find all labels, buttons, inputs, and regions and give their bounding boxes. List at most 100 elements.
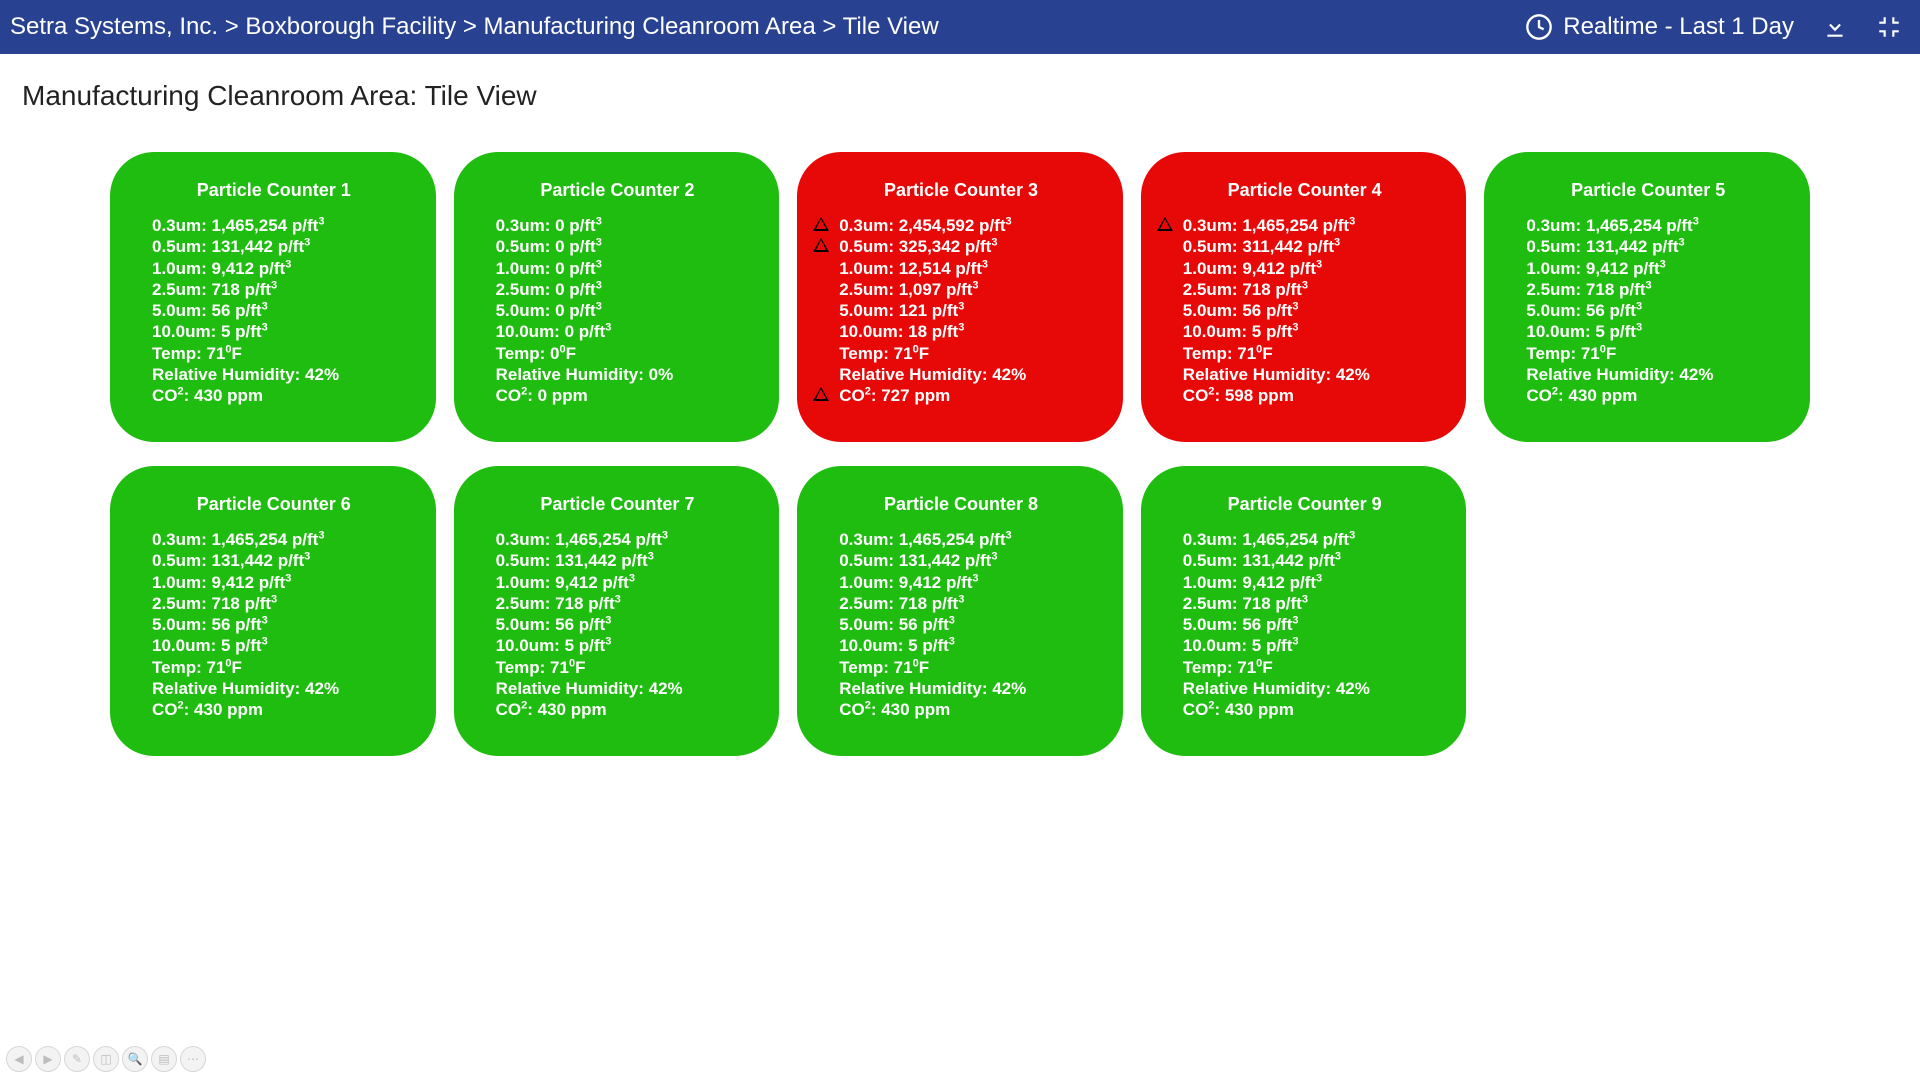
metric-row: 10.0um: 5 p/ft3 xyxy=(1163,635,1453,656)
metric-value: 0.5um: 131,442 p/ft3 xyxy=(152,551,310,570)
metric-value: 0.3um: 2,454,592 p/ft3 xyxy=(839,216,1011,235)
tile-metrics: ! 0.3um: 2,454,592 p/ft3! 0.5um: 325,342 p… xyxy=(813,215,1109,406)
sensor-tile[interactable]: Particle Counter 10.3um: 1,465,254 p/ft3… xyxy=(110,152,436,442)
metric-value: 10.0um: 5 p/ft3 xyxy=(152,636,268,655)
metric-value: 1.0um: 12,514 p/ft3 xyxy=(839,259,988,278)
tile-title: Particle Counter 5 xyxy=(1500,180,1796,201)
realtime-selector[interactable]: Realtime - Last 1 Day xyxy=(1525,13,1794,41)
metric-row: 10.0um: 0 p/ft3 xyxy=(476,321,766,342)
metric-row: 0.3um: 1,465,254 p/ft3 xyxy=(1163,529,1453,550)
sensor-tile[interactable]: Particle Counter 90.3um: 1,465,254 p/ft3… xyxy=(1141,466,1467,756)
metric-value: 0.3um: 1,465,254 p/ft3 xyxy=(1183,216,1355,235)
metric-row: 10.0um: 18 p/ft3 xyxy=(819,321,1109,342)
tile-title: Particle Counter 8 xyxy=(813,494,1109,515)
metric-value: 10.0um: 5 p/ft3 xyxy=(839,636,955,655)
fullscreen-exit-icon[interactable] xyxy=(1876,14,1902,40)
metric-row: 2.5um: 718 p/ft3 xyxy=(1163,593,1453,614)
metric-row: Temp: 710F xyxy=(819,343,1109,364)
metric-value: 1.0um: 9,412 p/ft3 xyxy=(1183,259,1322,278)
metric-value: 10.0um: 18 p/ft3 xyxy=(839,322,964,341)
metric-row: 10.0um: 5 p/ft3 xyxy=(1506,321,1796,342)
tile-title: Particle Counter 2 xyxy=(470,180,766,201)
tile-grid: Particle Counter 10.3um: 1,465,254 p/ft3… xyxy=(110,152,1810,756)
sensor-tile[interactable]: Particle Counter 5 0.3um: 1,465,254 p/ft3… xyxy=(1484,152,1810,442)
warning-icon: ! xyxy=(1164,219,1167,232)
metric-value: 5.0um: 0 p/ft3 xyxy=(496,301,602,320)
metric-value: 0.5um: 131,442 p/ft3 xyxy=(1526,237,1684,256)
metric-row: 2.5um: 718 p/ft3 xyxy=(1506,279,1796,300)
metric-row: 1.0um: 9,412 p/ft3 xyxy=(476,572,766,593)
metric-value: 5.0um: 56 p/ft3 xyxy=(496,615,612,634)
camera-button[interactable]: ◫ xyxy=(93,1046,119,1072)
metric-value: 0.3um: 1,465,254 p/ft3 xyxy=(152,216,324,235)
metric-row: Relative Humidity: 42% xyxy=(819,678,1109,699)
metric-row: Temp: 710F xyxy=(819,657,1109,678)
metric-row: 1.0um: 9,412 p/ft3 xyxy=(132,258,422,279)
metric-row: Temp: 710F xyxy=(132,657,422,678)
footer-toolbar: ◀ ▶ ✎ ◫ 🔍 ▤ ⋯ xyxy=(6,1046,206,1072)
metric-value: 0.3um: 1,465,254 p/ft3 xyxy=(496,530,668,549)
download-icon[interactable] xyxy=(1822,14,1848,40)
metric-row: CO2: 430 ppm xyxy=(819,699,1109,720)
sensor-tile[interactable]: Particle Counter 6 0.3um: 1,465,254 p/ft3… xyxy=(110,466,436,756)
warning-icon: ! xyxy=(821,240,824,253)
tile-title: Particle Counter 6 xyxy=(126,494,422,515)
metric-value: 1.0um: 9,412 p/ft3 xyxy=(1526,259,1665,278)
breadcrumb[interactable]: Setra Systems, Inc. > Boxborough Facilit… xyxy=(10,13,939,41)
metric-value: 0.3um: 1,465,254 p/ft3 xyxy=(839,530,1011,549)
metric-value: 0.5um: 325,342 p/ft3 xyxy=(839,237,997,256)
clock-icon xyxy=(1525,13,1553,41)
metric-value: Temp: 710F xyxy=(152,344,242,363)
sensor-tile[interactable]: Particle Counter 7 0.3um: 1,465,254 p/ft3… xyxy=(454,466,780,756)
top-bar-right: Realtime - Last 1 Day xyxy=(1525,13,1902,41)
metric-value: 2.5um: 718 p/ft3 xyxy=(1183,594,1308,613)
metric-value: Relative Humidity: 42% xyxy=(1526,365,1713,384)
metric-row: CO2: 0 ppm xyxy=(476,385,766,406)
metric-row: Temp: 710F xyxy=(1163,343,1453,364)
metric-value: 0.3um: 1,465,254 p/ft3 xyxy=(152,530,324,549)
tile-metrics: 0.3um: 1,465,254 p/ft30.5um: 131,442 p/f… xyxy=(126,215,422,406)
metric-value: CO2: 598 ppm xyxy=(1183,386,1294,405)
metric-row: Temp: 710F xyxy=(1163,657,1453,678)
metric-row: 0.3um: 1,465,254 p/ft3 xyxy=(132,215,422,236)
metric-value: Temp: 710F xyxy=(152,658,242,677)
prev-button[interactable]: ◀ xyxy=(6,1046,32,1072)
metric-row: 10.0um: 5 p/ft3 xyxy=(1163,321,1453,342)
metric-value: 2.5um: 718 p/ft3 xyxy=(1183,280,1308,299)
page-title: Manufacturing Cleanroom Area: Tile View xyxy=(0,54,1920,112)
sensor-tile[interactable]: Particle Counter 3!0.3um: 2,454,592 p/ft… xyxy=(797,152,1123,442)
metric-row: 0.5um: 131,442 p/ft3 xyxy=(1506,236,1796,257)
pen-button[interactable]: ✎ xyxy=(64,1046,90,1072)
tile-metrics: 0.3um: 1,465,254 p/ft30.5um: 131,442 p/f… xyxy=(470,529,766,720)
metric-value: 2.5um: 718 p/ft3 xyxy=(152,280,277,299)
sensor-tile[interactable]: Particle Counter 20.3um: 0 p/ft30.5um: 0… xyxy=(454,152,780,442)
metric-row: 0.5um: 311,442 p/ft3 xyxy=(1163,236,1453,257)
metric-row: 0.3um: 1,465,254 p/ft3 xyxy=(1506,215,1796,236)
metric-value: CO2: 430 ppm xyxy=(1526,386,1637,405)
metric-value: 1.0um: 9,412 p/ft3 xyxy=(496,573,635,592)
metric-value: Relative Humidity: 42% xyxy=(152,365,339,384)
metric-value: CO2: 0 ppm xyxy=(496,386,588,405)
subtitle-button[interactable]: ▤ xyxy=(151,1046,177,1072)
metric-row: Relative Humidity: 42% xyxy=(132,364,422,385)
warning-icon: ! xyxy=(821,219,824,232)
metric-row: CO2: 430 ppm xyxy=(476,699,766,720)
metric-value: 5.0um: 56 p/ft3 xyxy=(1526,301,1642,320)
sensor-tile[interactable]: Particle Counter 4!0.3um: 1,465,254 p/ft… xyxy=(1141,152,1467,442)
metric-row: 0.5um: 131,442 p/ft3 xyxy=(132,236,422,257)
metric-value: 0.3um: 1,465,254 p/ft3 xyxy=(1526,216,1698,235)
metric-value: 5.0um: 121 p/ft3 xyxy=(839,301,964,320)
metric-row: 0.5um: 131,442 p/ft3 xyxy=(1163,550,1453,571)
next-button[interactable]: ▶ xyxy=(35,1046,61,1072)
tile-metrics: 0.3um: 1,465,254 p/ft3 0.5um: 131,442 p/f… xyxy=(1500,215,1796,406)
sensor-tile[interactable]: Particle Counter 8 0.3um: 1,465,254 p/ft3… xyxy=(797,466,1123,756)
tile-title: Particle Counter 7 xyxy=(470,494,766,515)
more-button[interactable]: ⋯ xyxy=(180,1046,206,1072)
metric-row: 1.0um: 9,412 p/ft3 xyxy=(819,572,1109,593)
metric-value: 1.0um: 9,412 p/ft3 xyxy=(1183,573,1322,592)
metric-value: Temp: 710F xyxy=(1526,344,1616,363)
zoom-button[interactable]: 🔍 xyxy=(122,1046,148,1072)
metric-value: 1.0um: 9,412 p/ft3 xyxy=(839,573,978,592)
metric-row: 1.0um: 9,412 p/ft3 xyxy=(1163,258,1453,279)
metric-row: 5.0um: 56 p/ft3 xyxy=(1163,300,1453,321)
